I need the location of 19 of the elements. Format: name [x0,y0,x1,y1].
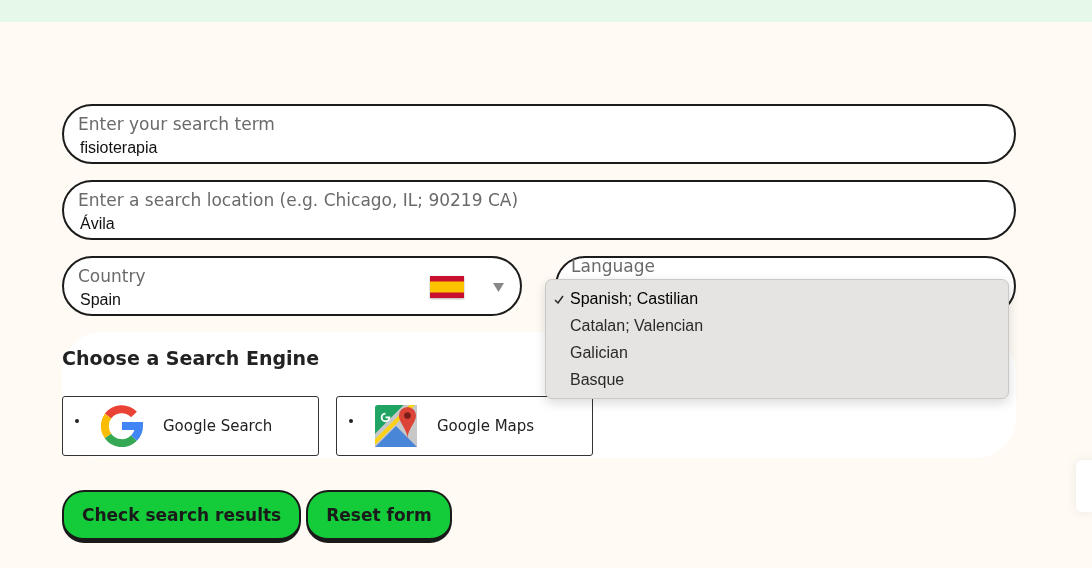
spain-flag-icon [430,276,464,298]
dropdown-option[interactable]: Spanish; Castilian [546,285,1008,312]
caret-icon [493,282,504,292]
search-engine-option[interactable]: Google Search [62,396,319,456]
g-logo-icon [101,405,143,447]
dropdown-option[interactable]: Basque [546,366,1008,393]
reset-button[interactable]: Reset form [306,490,452,543]
dropdown-option[interactable]: Galician [546,339,1008,366]
search-engine-option[interactable]: Google Maps [336,396,593,456]
search-term-field[interactable]: Enter your search term fisioterapia [62,104,1016,164]
bullet-icon [75,419,79,423]
country-select[interactable]: Country Spain [62,256,522,316]
bullet-icon [349,419,353,423]
map-pin-icon [375,404,417,448]
dropdown-option[interactable]: Catalan; Valencian [546,312,1008,339]
check-results-button[interactable]: Check search results [62,490,302,543]
section-heading: Choose a Search Engine [62,346,320,370]
location-field[interactable]: Enter a search location (e.g. Chicago, IL; 90219 CA) Ávila [62,180,1016,240]
checkmark-icon [554,294,564,304]
